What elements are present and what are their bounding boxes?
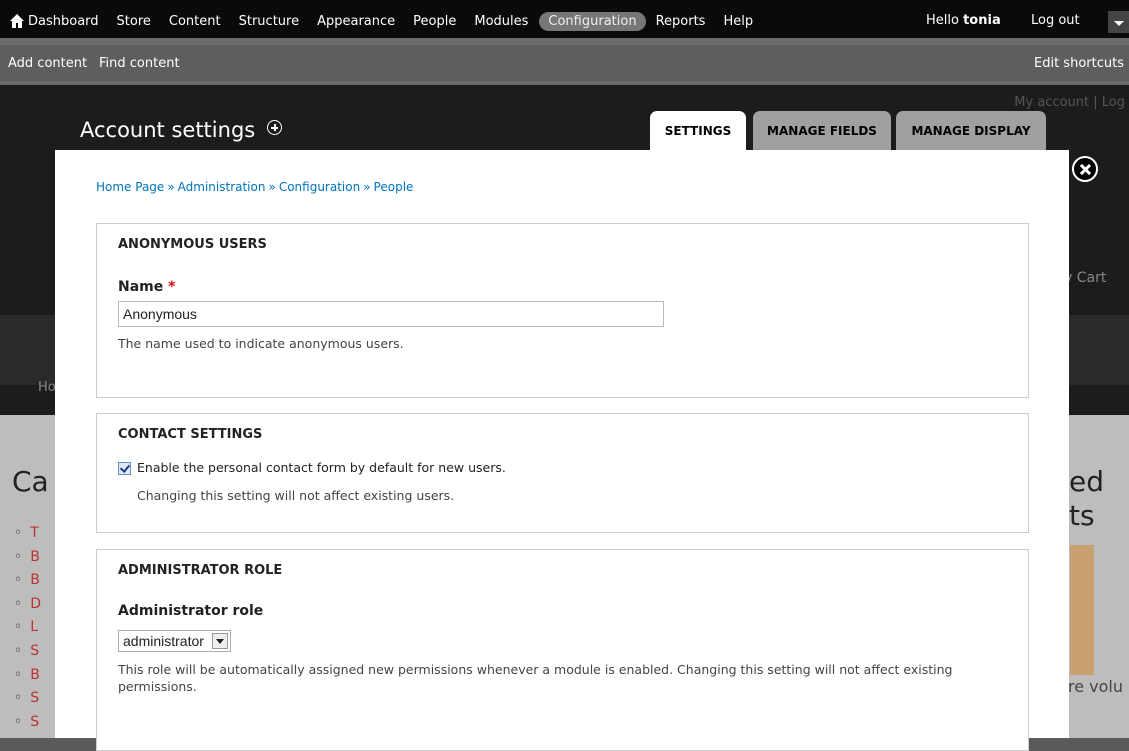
page-title-text: Account settings	[80, 118, 256, 142]
breadcrumb-separator: »	[268, 180, 276, 194]
category-item[interactable]: S	[14, 643, 41, 667]
breadcrumb-configuration[interactable]: Configuration	[279, 180, 360, 194]
tab-manage-display[interactable]: MANAGE DISPLAY	[896, 111, 1046, 150]
menu-appearance[interactable]: Appearance	[317, 14, 395, 29]
category-item[interactable]: L	[14, 619, 41, 643]
admin-role-selected-value: administrator	[123, 633, 204, 649]
page-title: Account settings	[80, 118, 283, 142]
cart-link[interactable]: v Cart	[1064, 270, 1106, 286]
admin-menu: Dashboard Store Content Structure Appear…	[28, 11, 771, 31]
contact-form-checkbox[interactable]	[118, 462, 131, 475]
category-item[interactable]: T	[14, 525, 41, 549]
fieldset-legend: ADMINISTRATOR ROLE	[118, 563, 283, 578]
shortcuts-toggle-button[interactable]	[1108, 11, 1129, 33]
category-item[interactable]: S	[14, 714, 41, 738]
tab-manage-fields[interactable]: MANAGE FIELDS	[753, 111, 891, 150]
fieldset-legend: CONTACT SETTINGS	[118, 427, 263, 442]
breadcrumb-home[interactable]: Home Page	[96, 180, 164, 194]
breadcrumb-administration[interactable]: Administration	[178, 180, 266, 194]
shortcut-add-content[interactable]: Add content	[8, 56, 87, 71]
menu-structure[interactable]: Structure	[239, 14, 299, 29]
tab-settings[interactable]: SETTINGS	[650, 111, 746, 150]
menu-help[interactable]: Help	[723, 14, 753, 29]
menu-content[interactable]: Content	[169, 14, 221, 29]
admin-menu-bar: Dashboard Store Content Structure Appear…	[0, 0, 1129, 38]
breadcrumb-separator: »	[167, 180, 175, 194]
close-overlay-icon[interactable]	[1072, 156, 1098, 182]
contact-form-checkbox-label[interactable]: Enable the personal contact form by defa…	[137, 460, 506, 475]
category-item[interactable]: D	[14, 596, 41, 620]
fieldset-legend: ANONYMOUS USERS	[118, 237, 267, 252]
admin-role-description: This role will be automatically assigned…	[118, 662, 953, 694]
name-description: The name used to indicate anonymous user…	[118, 336, 404, 351]
featured-heading: ed ts	[1069, 465, 1104, 532]
contact-settings-fieldset: CONTACT SETTINGS Enable the personal con…	[96, 413, 1029, 533]
featured-product-text: re volu	[1068, 677, 1123, 696]
add-shortcut-icon[interactable]	[267, 120, 283, 135]
breadcrumb-separator: »	[363, 180, 371, 194]
menu-reports[interactable]: Reports	[656, 14, 706, 29]
shortcuts-bar: Add content Find content Edit shortcuts	[0, 38, 1129, 85]
anonymous-name-input[interactable]	[118, 301, 664, 327]
breadcrumb-people[interactable]: People	[374, 180, 414, 194]
category-list: T B B D L S B S S	[14, 525, 41, 737]
anonymous-users-fieldset: ANONYMOUS USERS Name * The name used to …	[96, 223, 1029, 398]
user-greeting: Hello tonia	[926, 13, 1001, 28]
breadcrumb: Home Page» Administration» Configuration» P…	[96, 180, 413, 194]
administrator-role-fieldset: ADMINISTRATOR ROLE Administrator role ad…	[96, 549, 1029, 751]
menu-people[interactable]: People	[413, 14, 456, 29]
category-item[interactable]: B	[14, 667, 41, 691]
menu-configuration[interactable]: Configuration	[539, 11, 646, 31]
category-item[interactable]: B	[14, 572, 41, 596]
categories-heading: Ca	[12, 465, 49, 498]
shortcut-find-content[interactable]: Find content	[99, 56, 180, 71]
my-account-link[interactable]: My account | Log	[1014, 95, 1125, 110]
menu-store[interactable]: Store	[117, 14, 151, 29]
featured-product-image	[1070, 545, 1094, 675]
chevron-down-icon[interactable]	[211, 633, 228, 649]
category-item[interactable]: B	[14, 549, 41, 573]
admin-role-select[interactable]: administrator	[118, 630, 231, 652]
site-home-link[interactable]: Ho	[38, 380, 56, 395]
logout-link[interactable]: Log out	[1031, 13, 1080, 28]
edit-shortcuts-link[interactable]: Edit shortcuts	[1034, 56, 1124, 71]
name-label: Name *	[118, 279, 175, 295]
username[interactable]: tonia	[963, 13, 1001, 28]
name-label-text: Name	[118, 279, 164, 295]
menu-dashboard[interactable]: Dashboard	[28, 14, 99, 29]
admin-role-label: Administrator role	[118, 603, 264, 619]
home-icon[interactable]	[9, 13, 25, 29]
contact-description: Changing this setting will not affect ex…	[137, 488, 455, 503]
category-item[interactable]: S	[14, 690, 41, 714]
menu-modules[interactable]: Modules	[474, 14, 528, 29]
required-marker: *	[168, 279, 176, 295]
greeting-text: Hello	[926, 13, 964, 28]
